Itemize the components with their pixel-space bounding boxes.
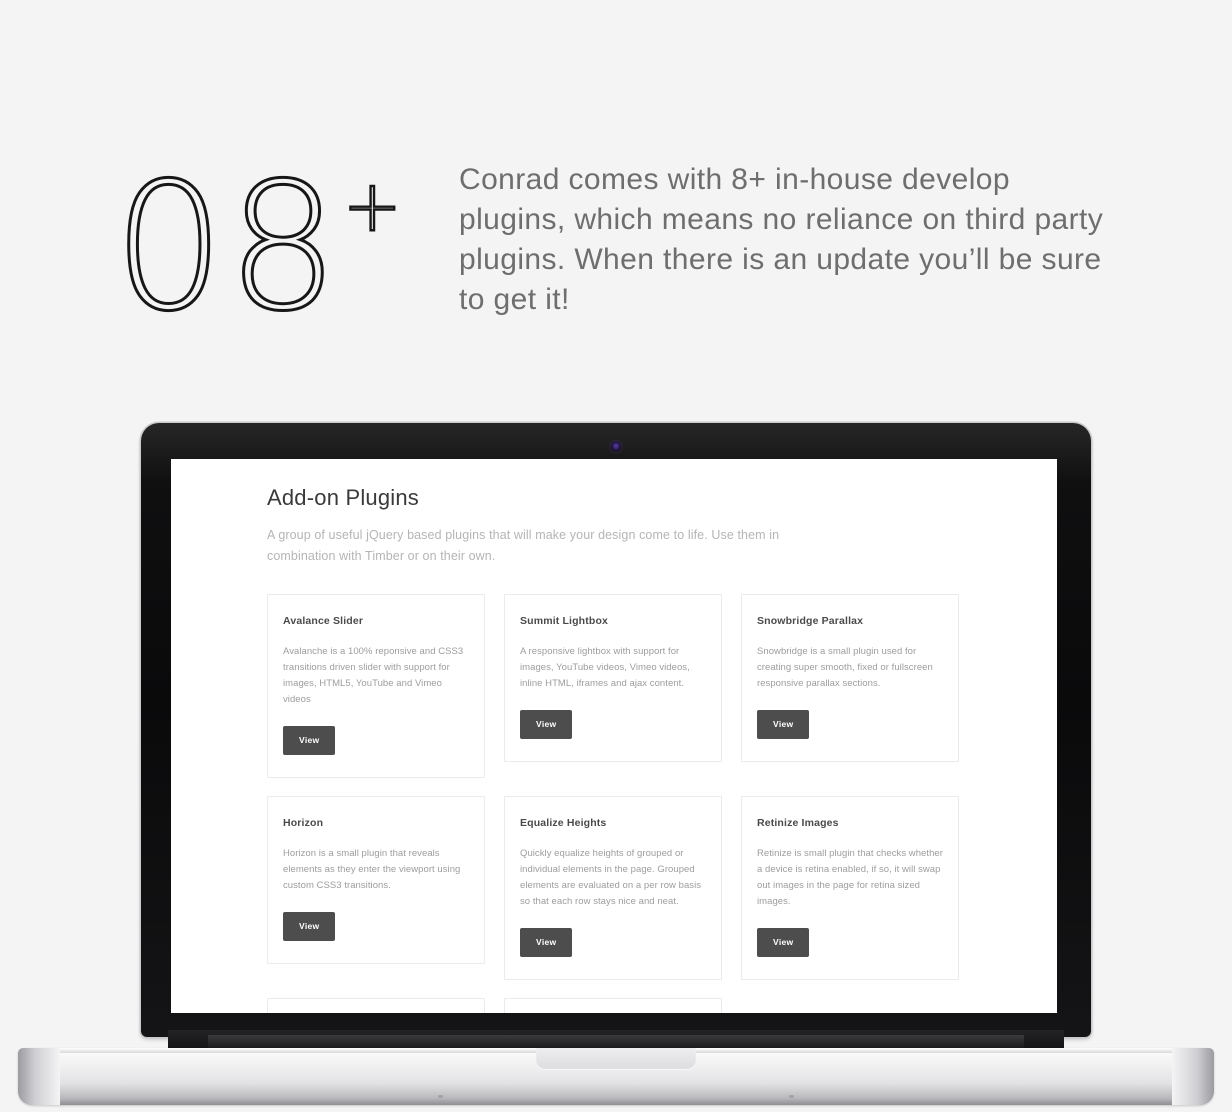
plugin-card-equalize-heights[interactable]: Equalize Heights Quickly equalize height… xyxy=(504,796,722,980)
view-button[interactable]: View xyxy=(283,912,336,941)
base-foot-left xyxy=(438,1095,443,1098)
plugin-card-title: Avalance Slider xyxy=(283,615,364,627)
laptop-mockup: Add-on Plugins A group of useful jQuery … xyxy=(0,423,1232,1112)
plugin-card-swipe[interactable]: Swipe Swipe is a plugin that enables the… xyxy=(504,998,722,1013)
laptop-lid: Add-on Plugins A group of useful jQuery … xyxy=(141,423,1091,1037)
plugin-card-horizon[interactable]: Horizon Horizon is a small plugin that r… xyxy=(267,796,485,964)
plugin-card-title: Snowbridge Parallax xyxy=(757,615,864,627)
view-button[interactable]: View xyxy=(757,710,810,739)
view-button[interactable]: View xyxy=(757,928,810,957)
laptop-screen: Add-on Plugins A group of useful jQuery … xyxy=(171,459,1057,1013)
base-open-notch xyxy=(536,1048,696,1070)
plugin-card-retinize-images[interactable]: Retinize Images Retinize is small plugin… xyxy=(741,796,959,980)
view-button[interactable]: View xyxy=(520,710,573,739)
plugin-card-counter[interactable]: Counter Counter is a small plugin that w… xyxy=(267,998,485,1013)
plugin-card-title: Retinize Images xyxy=(757,817,839,829)
plugin-card-snowbridge-parallax[interactable]: Snowbridge Parallax Snowbridge is a smal… xyxy=(741,594,959,762)
plugin-card-title: Horizon xyxy=(283,817,324,829)
plugin-card-description: Quickly equalize heights of grouped or i… xyxy=(520,848,702,907)
laptop-base xyxy=(18,1048,1214,1105)
intro-paragraph: Conrad comes with 8+ in-house develop pl… xyxy=(459,163,1104,316)
webcam-icon xyxy=(610,441,622,452)
section-number-value: 08 xyxy=(112,145,341,350)
intro-section: 08+ Conrad comes with 8+ in-house develo… xyxy=(0,0,1232,400)
plugin-card-summit-lightbox[interactable]: Summit Lightbox A responsive lightbox wi… xyxy=(504,594,722,762)
plugin-card-description: Snowbridge is a small plugin used for cr… xyxy=(757,646,933,689)
view-button[interactable]: View xyxy=(520,928,573,957)
plugin-card-description: A responsive lightbox with support for i… xyxy=(520,646,690,689)
page-header: Add-on Plugins A group of useful jQuery … xyxy=(171,459,1057,567)
page-title: Add-on Plugins xyxy=(267,485,420,510)
website-page: Add-on Plugins A group of useful jQuery … xyxy=(171,459,1057,1013)
base-right-edge xyxy=(1172,1048,1214,1105)
plus-sign: + xyxy=(342,164,403,248)
plugin-card-title: Summit Lightbox xyxy=(520,615,608,627)
base-foot-right xyxy=(789,1095,794,1098)
view-button[interactable]: View xyxy=(283,726,336,755)
plugin-card-description: Avalanche is a 100% reponsive and CSS3 t… xyxy=(283,646,464,705)
plugin-card-description: Retinize is small plugin that checks whe… xyxy=(757,848,943,907)
base-left-edge xyxy=(18,1048,60,1105)
section-number: 08+ xyxy=(112,118,403,337)
plugin-card-description: Horizon is a small plugin that reveals e… xyxy=(283,848,461,891)
plugin-card-avalance-slider[interactable]: Avalance Slider Avalanche is a 100% repo… xyxy=(267,594,485,778)
page-subtitle: A group of useful jQuery based plugins t… xyxy=(267,528,780,563)
plugin-card-title: Equalize Heights xyxy=(520,817,607,829)
plugin-card-grid: Avalance Slider Avalanche is a 100% repo… xyxy=(171,594,1057,1013)
